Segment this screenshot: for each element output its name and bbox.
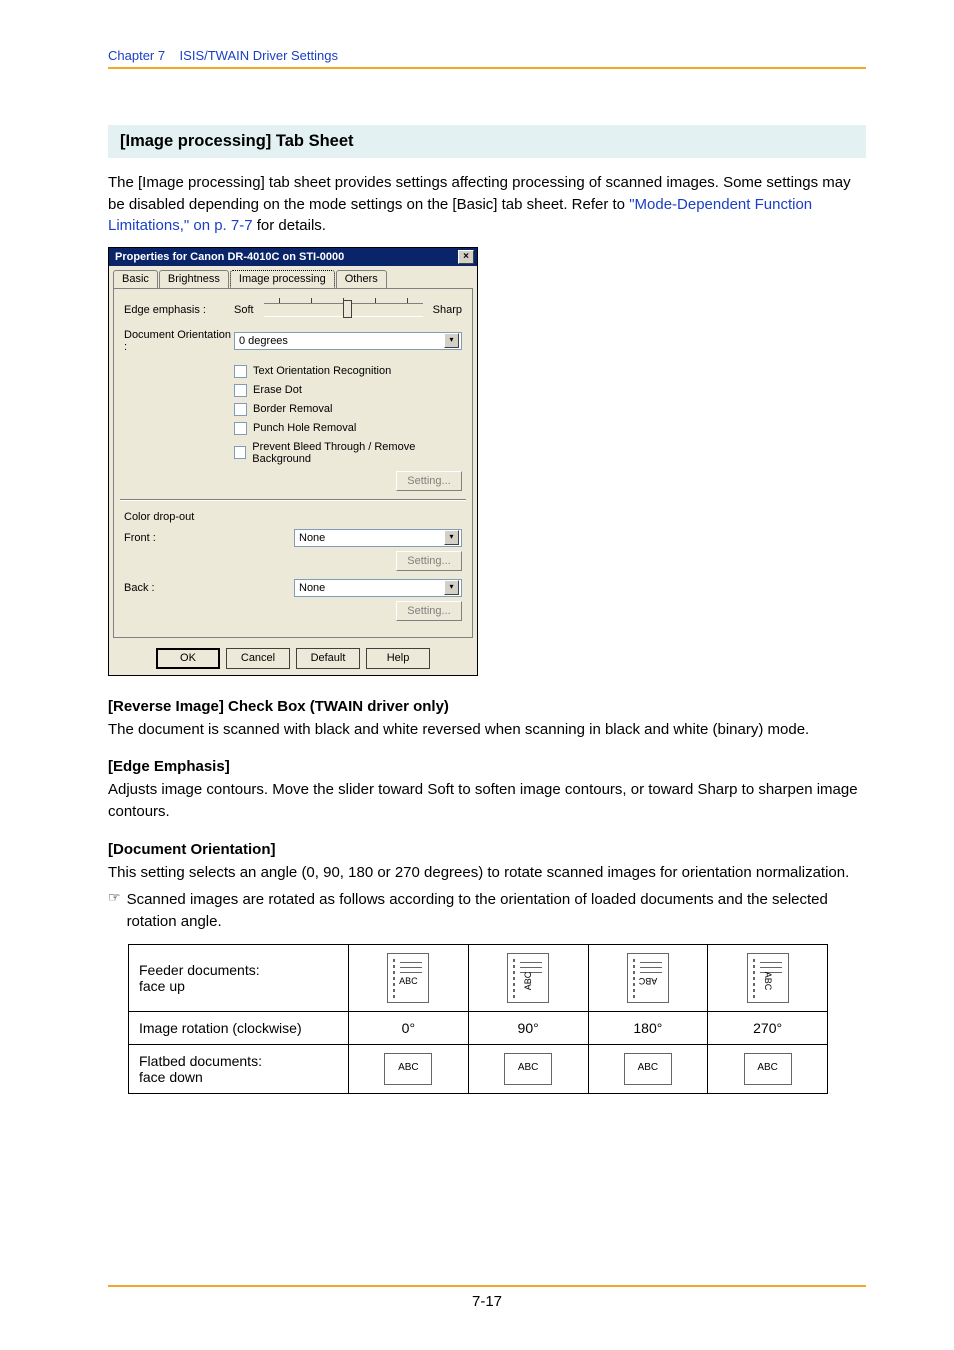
doc-orientation-note: Scanned images are rotated as follows ac… bbox=[127, 889, 866, 932]
angle-0: 0° bbox=[349, 1012, 469, 1045]
panel-separator bbox=[120, 499, 466, 501]
front-value: None bbox=[299, 532, 325, 544]
back-dropdown[interactable]: None ▾ bbox=[294, 579, 462, 597]
flatbed-90-icon: ABC bbox=[504, 1053, 552, 1085]
punch-hole-label: Punch Hole Removal bbox=[253, 422, 356, 434]
angle-180: 180° bbox=[588, 1012, 708, 1045]
text-orientation-label: Text Orientation Recognition bbox=[253, 365, 391, 377]
chapter-number: Chapter 7 bbox=[108, 48, 165, 63]
tab-panel: Edge emphasis : Soft Sharp Document Ori bbox=[113, 288, 473, 638]
feeder-0-icon: ABC bbox=[387, 953, 429, 1003]
row-label-rotation: Image rotation (clockwise) bbox=[129, 1012, 349, 1045]
flatbed-270-icon: ABC bbox=[744, 1053, 792, 1085]
page-number: 7-17 bbox=[108, 1293, 866, 1310]
tab-brightness[interactable]: Brightness bbox=[159, 270, 229, 288]
back-label: Back : bbox=[124, 582, 234, 594]
cancel-button[interactable]: Cancel bbox=[226, 648, 290, 669]
text-orientation-checkbox[interactable] bbox=[234, 365, 247, 378]
doc-orientation-heading: [Document Orientation] bbox=[108, 841, 866, 858]
doc-orientation-body: This setting selects an angle (0, 90, 18… bbox=[108, 862, 866, 884]
row-label-flatbed: Flatbed documents: face down bbox=[129, 1045, 349, 1094]
border-removal-checkbox[interactable] bbox=[234, 403, 247, 416]
front-label: Front : bbox=[124, 532, 234, 544]
table-row: Image rotation (clockwise) 0° 90° 180° 2… bbox=[129, 1012, 828, 1045]
close-icon[interactable]: × bbox=[458, 250, 474, 264]
section-heading: [Image processing] Tab Sheet bbox=[108, 125, 866, 158]
properties-dialog: Properties for Canon DR-4010C on STI-000… bbox=[108, 247, 478, 676]
edge-sharp-label: Sharp bbox=[433, 304, 462, 316]
chevron-down-icon[interactable]: ▾ bbox=[444, 333, 459, 348]
table-row: Feeder documents: face up ABC ABC ABC AB… bbox=[129, 945, 828, 1012]
back-value: None bbox=[299, 582, 325, 594]
angle-90: 90° bbox=[468, 1012, 588, 1045]
flatbed-180-icon: ABC bbox=[624, 1053, 672, 1085]
front-setting-button: Setting... bbox=[396, 551, 462, 571]
punch-hole-checkbox[interactable] bbox=[234, 422, 247, 435]
reverse-image-heading: [Reverse Image] Check Box (TWAIN driver … bbox=[108, 698, 866, 715]
flatbed-0-icon: ABC bbox=[384, 1053, 432, 1085]
rotation-table: Feeder documents: face up ABC ABC ABC AB… bbox=[128, 944, 828, 1094]
erase-dot-label: Erase Dot bbox=[253, 384, 302, 396]
bleed-through-checkbox[interactable] bbox=[234, 446, 246, 459]
edge-emphasis-slider[interactable] bbox=[264, 303, 423, 317]
back-setting-button: Setting... bbox=[396, 601, 462, 621]
dialog-titlebar: Properties for Canon DR-4010C on STI-000… bbox=[109, 248, 477, 266]
slider-thumb-icon[interactable] bbox=[343, 300, 352, 318]
front-dropdown[interactable]: None ▾ bbox=[294, 529, 462, 547]
tab-basic[interactable]: Basic bbox=[113, 270, 158, 288]
feeder-180-icon: ABC bbox=[627, 953, 669, 1003]
reverse-image-body: The document is scanned with black and w… bbox=[108, 719, 866, 741]
tab-image-processing[interactable]: Image processing bbox=[230, 270, 335, 288]
edge-soft-label: Soft bbox=[234, 304, 254, 316]
bleed-setting-button: Setting... bbox=[396, 471, 462, 491]
edge-emphasis-heading: [Edge Emphasis] bbox=[108, 758, 866, 775]
angle-270: 270° bbox=[708, 1012, 828, 1045]
feeder-90-icon: ABC bbox=[507, 953, 549, 1003]
chevron-down-icon[interactable]: ▾ bbox=[444, 530, 459, 545]
row-label-feeder: Feeder documents: face up bbox=[129, 945, 349, 1012]
feeder-270-icon: ABC bbox=[747, 953, 789, 1003]
edge-emphasis-body: Adjusts image contours. Move the slider … bbox=[108, 779, 866, 822]
note-pointer-icon: ☞ bbox=[108, 889, 121, 932]
chapter-title: ISIS/TWAIN Driver Settings bbox=[180, 48, 338, 63]
dialog-title: Properties for Canon DR-4010C on STI-000… bbox=[115, 251, 344, 263]
default-button[interactable]: Default bbox=[296, 648, 360, 669]
doc-orientation-dropdown[interactable]: 0 degrees ▾ bbox=[234, 332, 462, 350]
tabs-row: Basic Brightness Image processing Others bbox=[109, 266, 477, 288]
ok-button[interactable]: OK bbox=[156, 648, 220, 669]
intro-tail: for details. bbox=[253, 217, 326, 234]
doc-orientation-value: 0 degrees bbox=[239, 335, 288, 347]
edge-emphasis-label: Edge emphasis : bbox=[124, 304, 234, 316]
chevron-down-icon[interactable]: ▾ bbox=[444, 580, 459, 595]
erase-dot-checkbox[interactable] bbox=[234, 384, 247, 397]
dialog-action-row: OK Cancel Default Help bbox=[109, 642, 477, 675]
color-dropout-heading: Color drop-out bbox=[124, 511, 462, 523]
footer-divider bbox=[108, 1285, 866, 1287]
tab-others[interactable]: Others bbox=[336, 270, 387, 288]
divider bbox=[108, 67, 866, 69]
help-button[interactable]: Help bbox=[366, 648, 430, 669]
intro-paragraph: The [Image processing] tab sheet provide… bbox=[108, 172, 866, 237]
border-removal-label: Border Removal bbox=[253, 403, 332, 415]
doc-orientation-label: Document Orientation : bbox=[124, 329, 234, 353]
bleed-through-label: Prevent Bleed Through / Remove Backgroun… bbox=[252, 441, 462, 465]
table-row: Flatbed documents: face down ABC ABC ABC… bbox=[129, 1045, 828, 1094]
